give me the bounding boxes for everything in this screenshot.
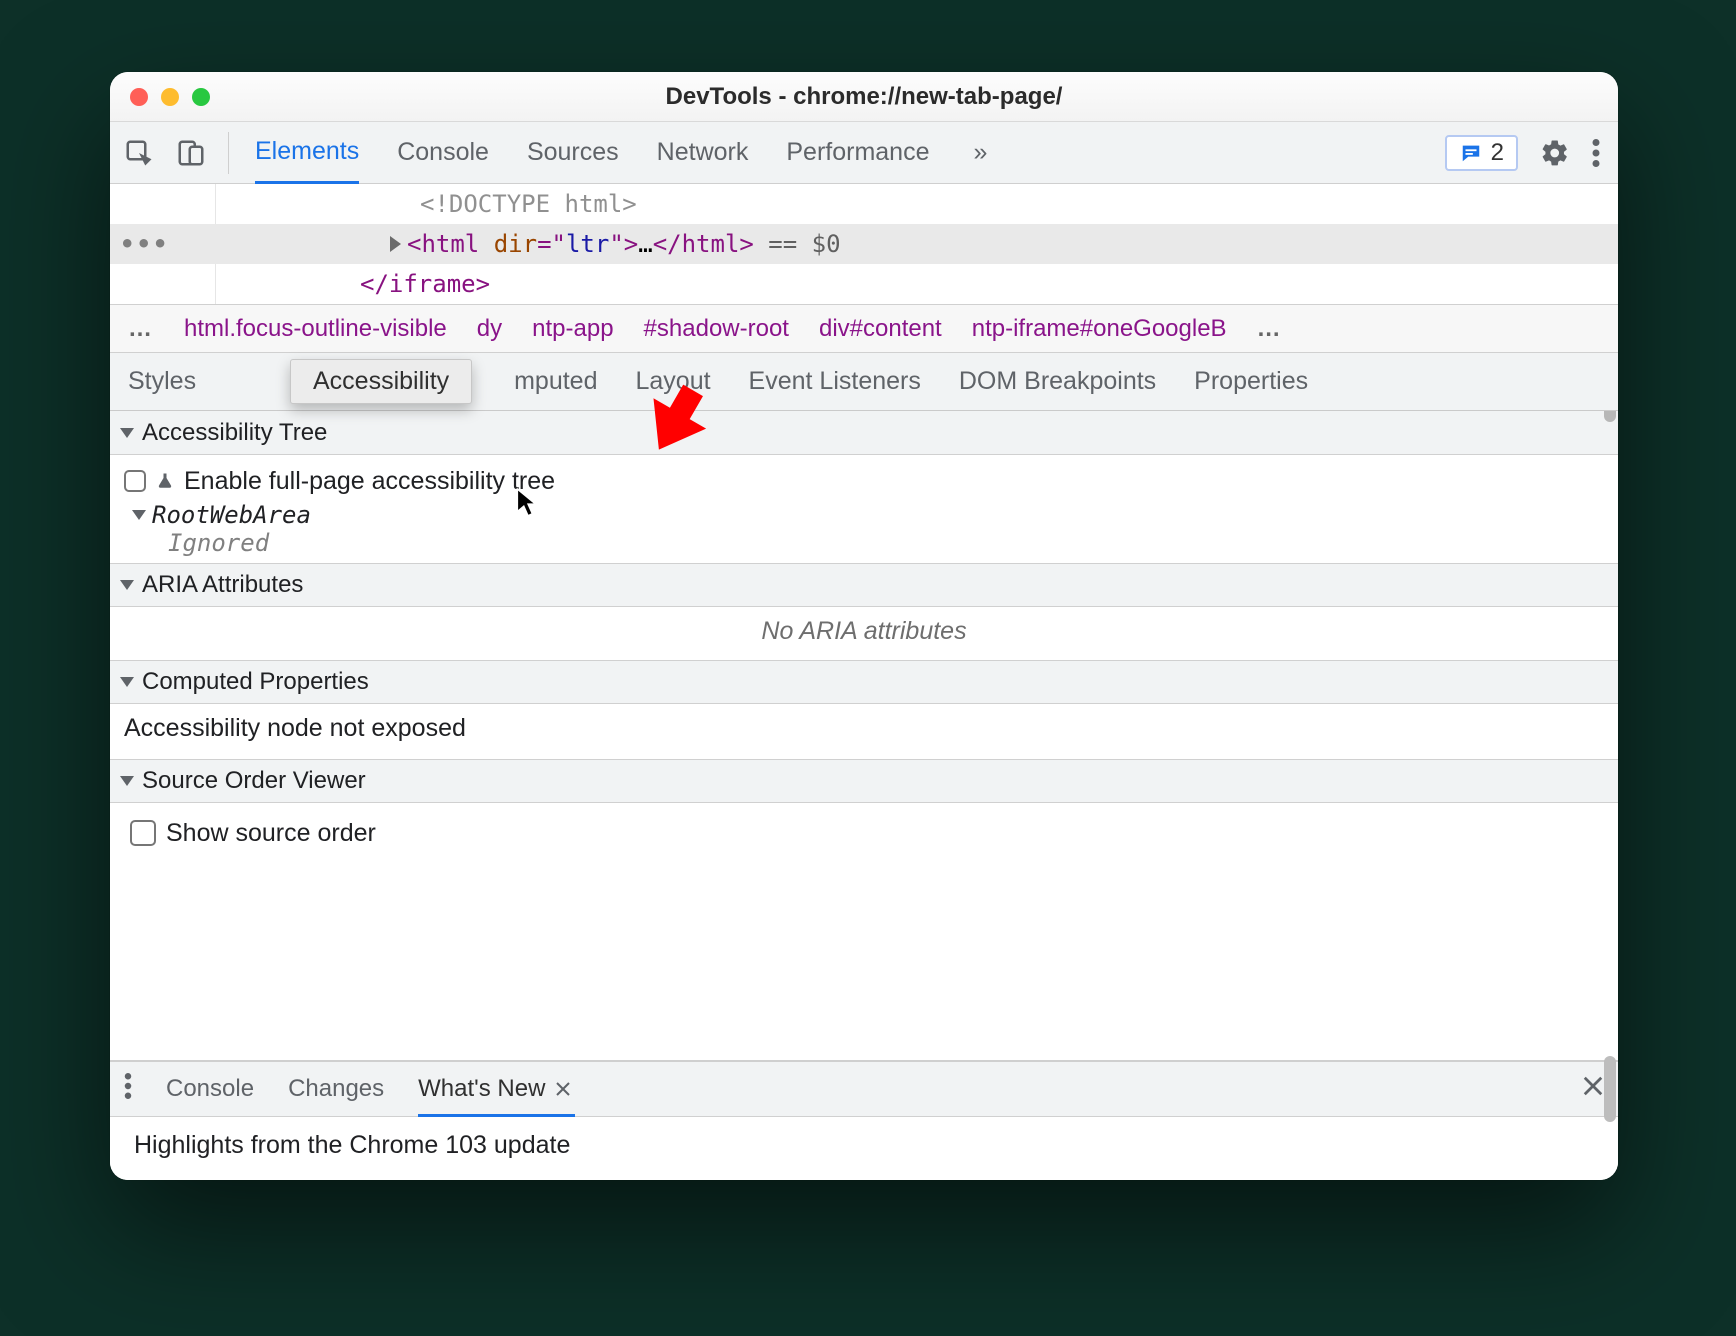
tab-sources[interactable]: Sources bbox=[527, 122, 619, 183]
dom-line-iframe-close[interactable]: </iframe> bbox=[110, 264, 1618, 304]
minimize-window-button[interactable] bbox=[161, 88, 179, 106]
show-source-order-row[interactable]: Show source order bbox=[130, 813, 1598, 853]
drawer-body: Highlights from the Chrome 103 update bbox=[110, 1116, 1618, 1180]
titlebar: DevTools - chrome://new-tab-page/ bbox=[110, 72, 1618, 122]
tab-performance[interactable]: Performance bbox=[786, 122, 929, 183]
chat-icon bbox=[1459, 142, 1483, 164]
checkbox-show-source-order[interactable] bbox=[130, 820, 156, 846]
subtab-computed-partial[interactable]: mputed bbox=[514, 367, 597, 396]
drawer-tab-changes[interactable]: Changes bbox=[288, 1075, 384, 1103]
section-source-order[interactable]: Source Order Viewer bbox=[110, 759, 1618, 803]
dom-line-html[interactable]: ••• <html dir="ltr">…</html> == $0 bbox=[110, 224, 1618, 264]
active-tab-underline bbox=[418, 1114, 575, 1117]
drawer: Console Changes What's New Highlights fr… bbox=[110, 1060, 1618, 1180]
close-icon[interactable] bbox=[555, 1081, 571, 1097]
enable-full-tree-row[interactable]: Enable full-page accessibility tree bbox=[124, 461, 1604, 501]
more-menu-button[interactable] bbox=[1592, 139, 1600, 167]
drawer-tab-label: What's New bbox=[418, 1075, 545, 1103]
close-window-button[interactable] bbox=[130, 88, 148, 106]
zoom-window-button[interactable] bbox=[192, 88, 210, 106]
crumb-overflow-left[interactable]: … bbox=[128, 315, 154, 343]
breadcrumb[interactable]: … html.focus-outline-visible dy ntp-app … bbox=[110, 305, 1618, 353]
crumb-ntp-iframe[interactable]: ntp-iframe#oneGoogleB bbox=[972, 315, 1227, 343]
subtab-dom-breakpoints[interactable]: DOM Breakpoints bbox=[959, 367, 1156, 396]
accessibility-panel: Accessibility Tree Enable full-page acce… bbox=[110, 411, 1618, 1060]
chevron-down-icon bbox=[120, 580, 134, 590]
tab-elements[interactable]: Elements bbox=[255, 122, 359, 184]
drawer-tab-console[interactable]: Console bbox=[166, 1075, 254, 1103]
crumb-overflow-right[interactable]: … bbox=[1257, 315, 1283, 343]
elements-subtabs: Styles Accessibility mputed Layout Event… bbox=[110, 353, 1618, 411]
main-tabs: Elements Console Sources Network Perform… bbox=[255, 122, 993, 183]
crumb-ntp-app[interactable]: ntp-app bbox=[532, 315, 613, 343]
chevron-down-icon bbox=[132, 510, 146, 520]
tree-ignored-node: Ignored bbox=[124, 529, 1604, 557]
subtab-event-listeners[interactable]: Event Listeners bbox=[749, 367, 921, 396]
drawer-tab-whats-new[interactable]: What's New bbox=[418, 1075, 571, 1103]
drawer-tabs: Console Changes What's New bbox=[110, 1062, 1618, 1116]
settings-button[interactable] bbox=[1540, 138, 1570, 168]
tabs-overflow-icon[interactable]: » bbox=[967, 122, 993, 183]
tab-console[interactable]: Console bbox=[397, 122, 489, 183]
section-title: Accessibility Tree bbox=[142, 419, 327, 447]
kebab-icon bbox=[1592, 139, 1600, 167]
tree-root-label: RootWebArea bbox=[152, 501, 311, 529]
crumb-shadow-root[interactable]: #shadow-root bbox=[644, 315, 789, 343]
chevron-down-icon bbox=[120, 428, 134, 438]
dom-line-doctype[interactable]: <!DOCTYPE html> bbox=[110, 184, 1618, 224]
dom-tree[interactable]: <!DOCTYPE html> ••• <html dir="ltr">…</h… bbox=[110, 184, 1618, 305]
drawer-close-button[interactable] bbox=[1582, 1075, 1604, 1104]
section-title: ARIA Attributes bbox=[142, 571, 303, 599]
divider bbox=[228, 132, 229, 174]
window-title: DevTools - chrome://new-tab-page/ bbox=[110, 83, 1618, 111]
flask-icon bbox=[156, 471, 174, 491]
device-toolbar-icon[interactable] bbox=[170, 132, 212, 174]
crumb-body-partial[interactable]: dy bbox=[477, 315, 502, 343]
issues-button[interactable]: 2 bbox=[1445, 135, 1518, 171]
computed-body-text: Accessibility node not exposed bbox=[124, 714, 466, 742]
window-controls bbox=[130, 88, 210, 106]
section-title: Computed Properties bbox=[142, 668, 369, 696]
close-icon bbox=[1582, 1075, 1604, 1097]
subtab-accessibility-dragging[interactable]: Accessibility bbox=[290, 359, 472, 404]
subtab-layout[interactable]: Layout bbox=[635, 367, 710, 396]
chevron-down-icon bbox=[120, 776, 134, 786]
show-source-order-label: Show source order bbox=[166, 819, 376, 848]
drawer-menu-button[interactable] bbox=[124, 1073, 132, 1106]
scrollbar-thumb[interactable] bbox=[1604, 1056, 1616, 1122]
gear-icon bbox=[1540, 138, 1570, 168]
main-toolbar: Elements Console Sources Network Perform… bbox=[110, 122, 1618, 184]
subtab-properties[interactable]: Properties bbox=[1194, 367, 1308, 396]
checkbox-enable-full-tree[interactable] bbox=[124, 470, 146, 492]
crumb-html[interactable]: html.focus-outline-visible bbox=[184, 315, 447, 343]
subtab-styles[interactable]: Styles bbox=[128, 367, 196, 396]
tab-network[interactable]: Network bbox=[657, 122, 749, 183]
tree-root-node[interactable]: RootWebArea bbox=[124, 501, 1604, 529]
toolbar-right: 2 bbox=[1445, 135, 1610, 171]
section-aria-attributes[interactable]: ARIA Attributes bbox=[110, 563, 1618, 607]
inspect-element-icon[interactable] bbox=[118, 132, 160, 174]
section-computed-properties[interactable]: Computed Properties bbox=[110, 660, 1618, 704]
kebab-icon bbox=[124, 1073, 132, 1099]
chevron-down-icon bbox=[120, 677, 134, 687]
aria-empty-text: No ARIA attributes bbox=[110, 607, 1618, 660]
enable-full-tree-label: Enable full-page accessibility tree bbox=[184, 467, 555, 496]
crumb-div-content[interactable]: div#content bbox=[819, 315, 942, 343]
expand-icon[interactable] bbox=[390, 236, 401, 252]
devtools-window: DevTools - chrome://new-tab-page/ Elemen… bbox=[110, 72, 1618, 1180]
section-accessibility-tree[interactable]: Accessibility Tree bbox=[110, 411, 1618, 455]
issues-count: 2 bbox=[1491, 139, 1504, 167]
section-title: Source Order Viewer bbox=[142, 767, 366, 795]
whats-new-heading: Highlights from the Chrome 103 update bbox=[134, 1131, 570, 1159]
